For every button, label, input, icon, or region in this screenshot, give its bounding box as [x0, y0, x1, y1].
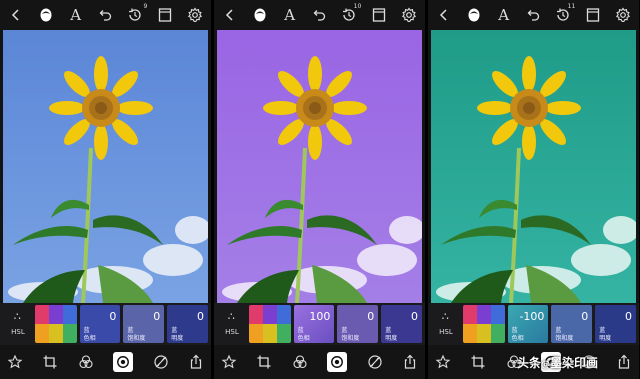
lightness-value: 0: [624, 310, 632, 323]
circles-icon[interactable]: [292, 354, 308, 370]
star-icon[interactable]: [7, 354, 23, 370]
text-icon[interactable]: A: [68, 7, 84, 23]
saturation-value: 0: [581, 310, 589, 323]
text-icon[interactable]: A: [496, 7, 512, 23]
lightness-card[interactable]: 0 蓝明度: [595, 305, 636, 343]
lightness-value: 0: [196, 310, 204, 323]
photo-preview[interactable]: [217, 30, 422, 303]
color-swatch-grid[interactable]: [462, 305, 505, 343]
hsl-tool[interactable]: ∴ HSL: [4, 304, 32, 344]
undo-icon[interactable]: [311, 7, 327, 23]
saturation-label: 饱和度: [555, 335, 574, 342]
compare-icon[interactable]: [371, 7, 387, 23]
chevron-left-icon[interactable]: [222, 7, 238, 23]
watermark-at: @: [541, 360, 551, 370]
hsl-label: HSL: [439, 327, 453, 336]
bottom-toolbar: [214, 345, 425, 379]
saturation-card[interactable]: 0 蓝饱和度: [123, 305, 165, 343]
circles-icon[interactable]: [78, 354, 94, 370]
editor-screen-3: A 11 ∴ HSL -100 蓝 色相 0 蓝 饱和度 0 蓝 明度: [428, 0, 639, 379]
bottom-toolbar: [0, 345, 211, 379]
history-icon[interactable]: 9: [127, 3, 147, 23]
history-count: 11: [567, 3, 576, 10]
lightness-card[interactable]: 0 蓝明度: [167, 305, 208, 343]
crop-icon[interactable]: [470, 354, 486, 370]
lightness-label: 明度: [171, 335, 184, 342]
history-icon[interactable]: 11: [555, 3, 575, 23]
hue-value: 0: [109, 310, 117, 323]
hsl-palette: ∴ HSL 0 蓝色相 0 蓝饱和度 0 蓝明度: [0, 303, 211, 345]
mask-icon[interactable]: [252, 7, 268, 23]
undo-icon[interactable]: [525, 7, 541, 23]
history-count: 10: [353, 3, 362, 10]
curves-icon[interactable]: [153, 354, 169, 370]
color-swatch-grid[interactable]: [248, 305, 291, 343]
hsl-label: HSL: [225, 327, 239, 336]
top-toolbar: A 11: [428, 0, 639, 30]
hsl-tool[interactable]: ∴ HSL: [218, 304, 246, 344]
watermark: 头条@墨染印画: [517, 354, 598, 371]
editor-screen-1: A 9 ∴ HSL 0 蓝 色相 0 蓝 饱和度 0 蓝 明度: [0, 0, 211, 379]
share-icon[interactable]: [616, 354, 632, 370]
hsl-palette: ∴ HSL -100 蓝色相 0 蓝饱和度 0 蓝明度: [428, 303, 639, 345]
dots-icon: ∴: [441, 309, 450, 323]
crop-icon[interactable]: [256, 354, 272, 370]
hue-card[interactable]: 100 蓝色相: [293, 305, 335, 343]
history-icon[interactable]: 10: [341, 3, 361, 23]
gear-icon[interactable]: [615, 7, 631, 23]
dots-icon: ∴: [13, 309, 22, 323]
hsl-palette: ∴ HSL 100 蓝色相 0 蓝饱和度 0 蓝明度: [214, 303, 425, 345]
lightness-card[interactable]: 0 蓝明度: [381, 305, 422, 343]
photo-preview[interactable]: [431, 30, 636, 303]
chevron-left-icon[interactable]: [8, 7, 24, 23]
hsl-tool[interactable]: ∴ HSL: [432, 304, 460, 344]
saturation-card[interactable]: 0 蓝饱和度: [551, 305, 593, 343]
hue-label: 色相: [83, 335, 96, 342]
saturation-value: 0: [367, 310, 375, 323]
saturation-card[interactable]: 0 蓝饱和度: [337, 305, 379, 343]
curves-icon[interactable]: [367, 354, 383, 370]
aperture-icon[interactable]: [113, 352, 134, 372]
gear-icon[interactable]: [187, 7, 203, 23]
history-count: 9: [143, 3, 148, 10]
saturation-label: 饱和度: [341, 335, 360, 342]
photo-preview[interactable]: [3, 30, 208, 303]
text-icon[interactable]: A: [282, 7, 298, 23]
lightness-label: 明度: [599, 335, 612, 342]
share-icon[interactable]: [188, 354, 204, 370]
saturation-value: 0: [153, 310, 161, 323]
hue-card[interactable]: 0 蓝色相: [79, 305, 121, 343]
screens-row: A 9 ∴ HSL 0 蓝 色相 0 蓝 饱和度 0 蓝 明度 A 10 ∴ H…: [0, 0, 640, 379]
star-icon[interactable]: [221, 354, 237, 370]
saturation-label: 饱和度: [127, 335, 146, 342]
mask-icon[interactable]: [38, 7, 54, 23]
watermark-prefix: 头条: [517, 356, 542, 370]
top-toolbar: A 9: [0, 0, 211, 30]
chevron-left-icon[interactable]: [436, 7, 452, 23]
top-toolbar: A 10: [214, 0, 425, 30]
lightness-label: 明度: [385, 335, 398, 342]
color-swatch-grid[interactable]: [34, 305, 77, 343]
dots-icon: ∴: [227, 309, 236, 323]
aperture-icon[interactable]: [327, 352, 348, 372]
gear-icon[interactable]: [401, 7, 417, 23]
hue-value: 100: [309, 310, 331, 323]
hue-value: -100: [519, 310, 545, 323]
lightness-value: 0: [410, 310, 418, 323]
watermark-name: 墨染印画: [550, 356, 599, 370]
mask-icon[interactable]: [466, 7, 482, 23]
editor-screen-2: A 10 ∴ HSL 100 蓝 色相 0 蓝 饱和度 0 蓝 明度: [214, 0, 425, 379]
hue-card[interactable]: -100 蓝色相: [507, 305, 549, 343]
crop-icon[interactable]: [42, 354, 58, 370]
undo-icon[interactable]: [97, 7, 113, 23]
compare-icon[interactable]: [157, 7, 173, 23]
hsl-label: HSL: [11, 327, 25, 336]
compare-icon[interactable]: [585, 7, 601, 23]
hue-label: 色相: [511, 335, 524, 342]
star-icon[interactable]: [435, 354, 451, 370]
hue-label: 色相: [297, 335, 310, 342]
share-icon[interactable]: [402, 354, 418, 370]
